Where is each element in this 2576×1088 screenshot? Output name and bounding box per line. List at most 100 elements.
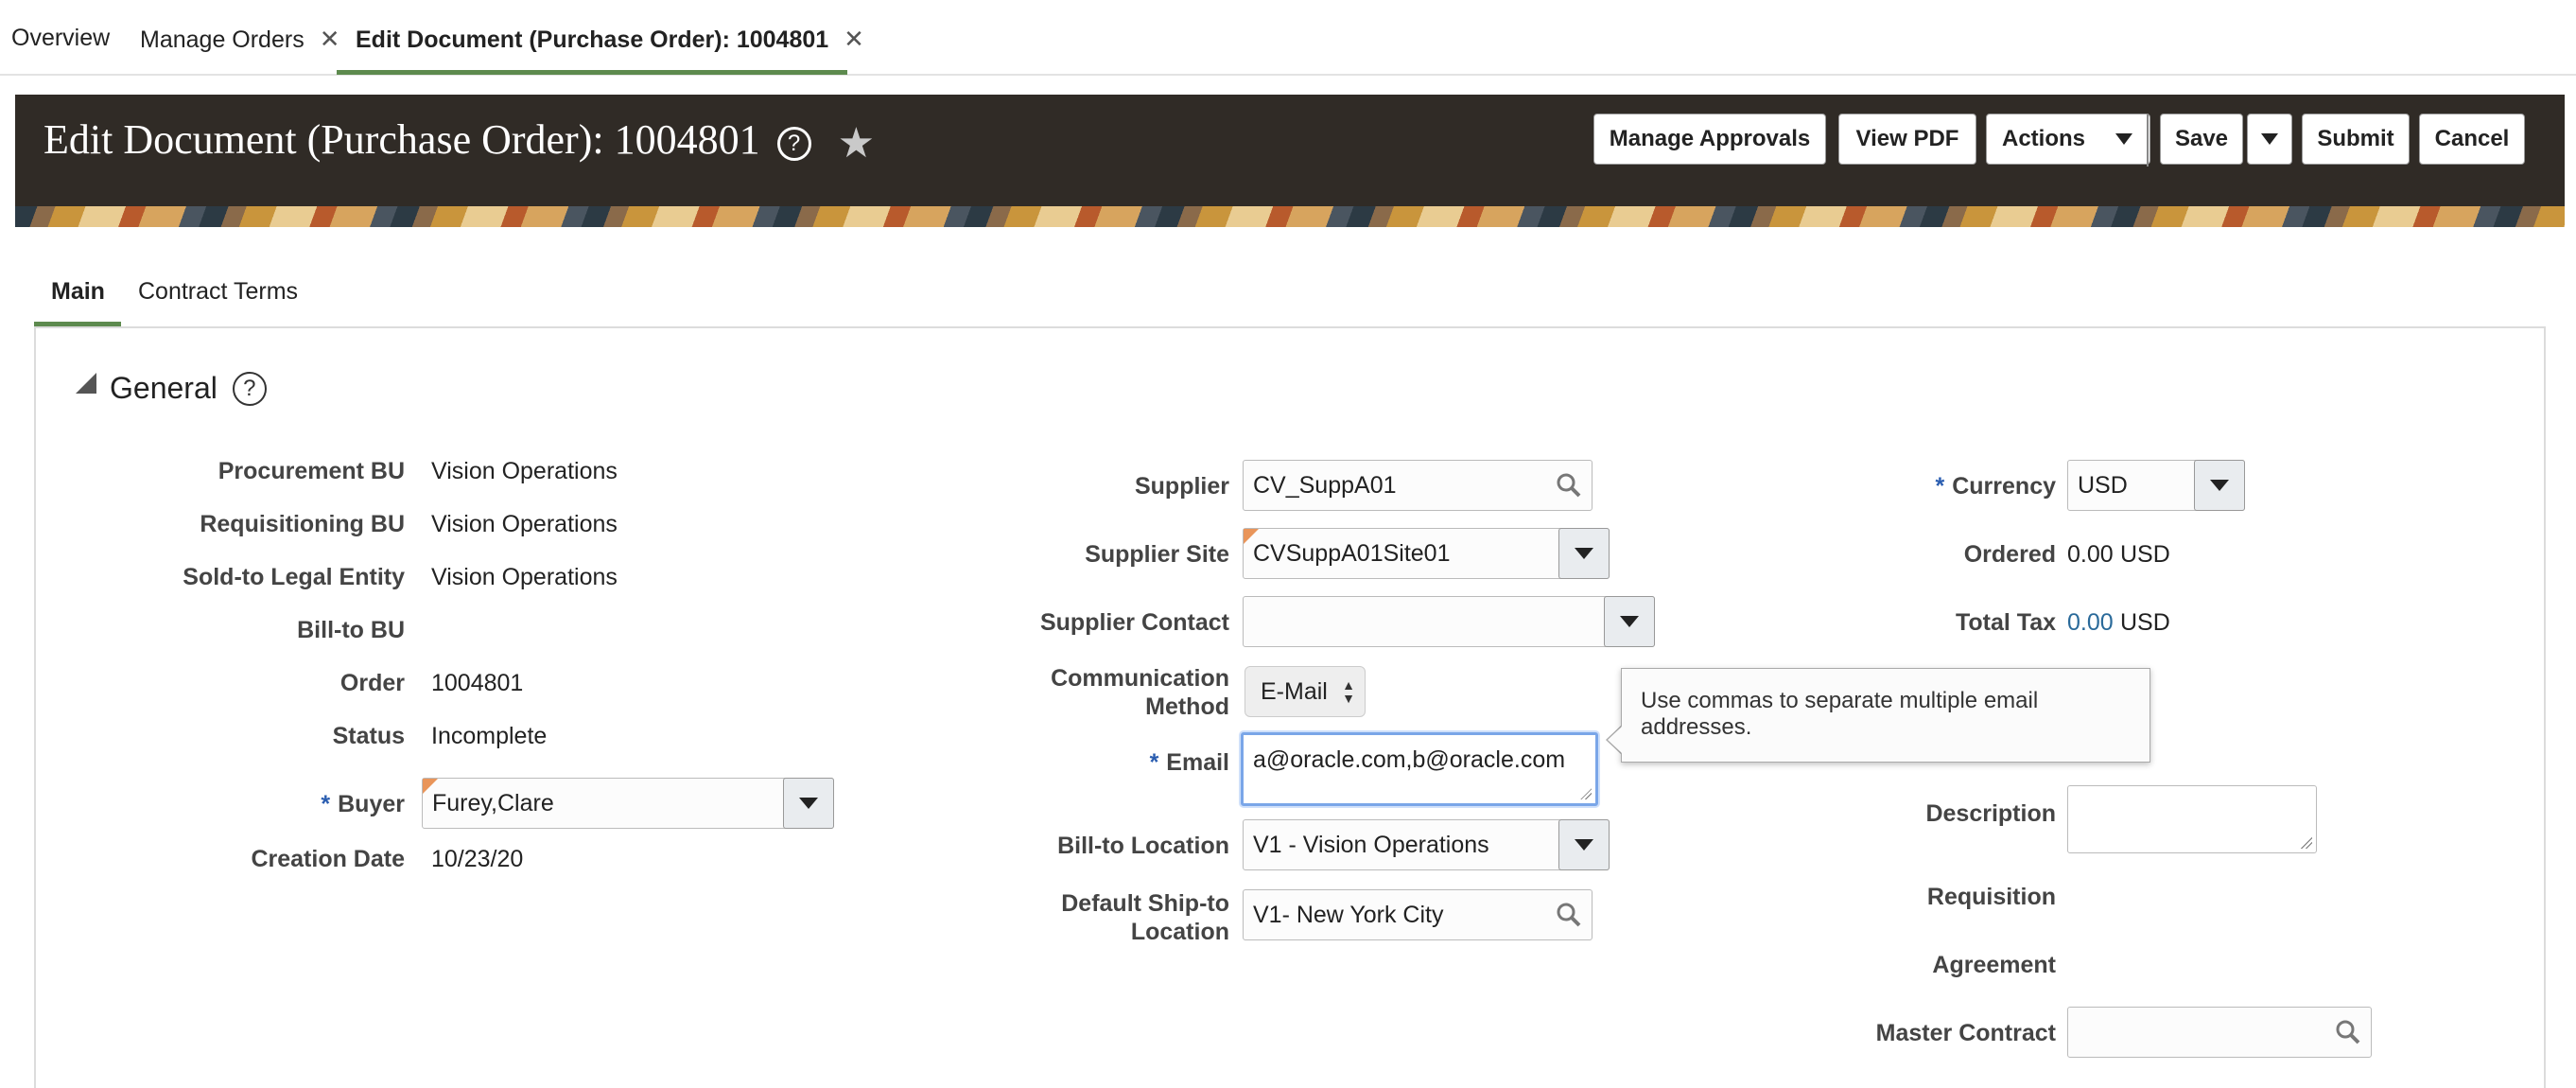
tab-overview[interactable]: Overview — [11, 25, 110, 52]
cancel-button[interactable]: Cancel — [2419, 114, 2525, 165]
buyer-label: * Buyer — [321, 791, 405, 818]
search-icon[interactable] — [1556, 902, 1582, 928]
description-label: Description — [1925, 800, 2056, 827]
default-ship-to-input[interactable]: V1- New York City — [1243, 889, 1593, 940]
chevron-down-icon[interactable] — [783, 778, 834, 829]
creation-date-label: Creation Date — [251, 846, 405, 872]
default-ship-to-label-line2: Location — [1130, 919, 1229, 945]
save-button[interactable]: Save — [2160, 114, 2243, 165]
bill-to-location-label: Bill-to Location — [1057, 833, 1229, 859]
buyer-combobox[interactable]: Furey,Clare — [422, 778, 834, 829]
status-label: Status — [332, 723, 405, 749]
tab-main[interactable]: Main — [51, 278, 105, 306]
buyer-value: Furey,Clare — [432, 789, 554, 816]
agreement-label: Agreement — [1932, 952, 2056, 978]
communication-method-select[interactable]: E-Mail ▲ ▼ — [1244, 666, 1366, 717]
toolbar-divider — [2147, 114, 2149, 167]
submit-button[interactable]: Submit — [2302, 114, 2410, 165]
supplier-site-value: CVSuppA01Site01 — [1253, 539, 1451, 567]
requisitioning-bu-value: Vision Operations — [431, 511, 618, 537]
email-textarea[interactable]: a@oracle.com,b@oracle.com — [1241, 732, 1598, 806]
required-marker: * — [1149, 749, 1159, 776]
supplier-contact-combobox[interactable] — [1243, 596, 1655, 647]
sold-to-legal-entity-value: Vision Operations — [431, 564, 618, 590]
buyer-label-text: Buyer — [338, 791, 405, 817]
tab-edit-document[interactable]: Edit Document (Purchase Order): 1004801 ✕ — [356, 25, 864, 54]
requisitioning-bu-label: Requisitioning BU — [200, 511, 405, 537]
favorite-star-icon[interactable]: ★ — [838, 119, 875, 167]
master-contract-label: Master Contract — [1875, 1020, 2056, 1046]
order-value: 1004801 — [431, 670, 524, 696]
status-value: Incomplete — [431, 723, 548, 749]
chevron-down-icon[interactable] — [1558, 528, 1610, 579]
ordered-amount: 0.00 — [2067, 541, 2114, 568]
supplier-input[interactable]: CV_SuppA01 — [1243, 460, 1593, 511]
supplier-value: CV_SuppA01 — [1253, 471, 1397, 499]
tab-contract-terms[interactable]: Contract Terms — [138, 278, 298, 306]
help-icon[interactable]: ? — [776, 126, 811, 161]
creation-date-value: 10/23/20 — [431, 846, 524, 872]
ordered-label: Ordered — [1963, 541, 2056, 568]
save-menu-button[interactable] — [2247, 114, 2292, 165]
requisition-label: Requisition — [1926, 884, 2056, 910]
general-section-header[interactable]: General? — [76, 371, 267, 406]
communication-method-value: E-Mail — [1261, 677, 1328, 705]
search-icon[interactable] — [2335, 1019, 2361, 1045]
close-icon[interactable]: ✕ — [844, 25, 864, 53]
currency-label-text: Currency — [1952, 473, 2056, 500]
resize-handle-icon[interactable] — [1580, 788, 1592, 799]
chevron-down-icon — [2115, 133, 2132, 145]
view-pdf-button[interactable]: View PDF — [1838, 114, 1976, 165]
search-icon[interactable] — [1556, 472, 1582, 499]
bill-to-bu-label: Bill-to BU — [297, 617, 405, 643]
close-icon[interactable]: ✕ — [320, 25, 340, 53]
total-tax-amount-link[interactable]: 0.00 — [2067, 609, 2114, 637]
manage-approvals-button[interactable]: Manage Approvals — [1593, 114, 1826, 165]
section-title: General — [110, 371, 218, 405]
email-label-text: Email — [1166, 749, 1229, 776]
tab-manage-orders-label: Manage Orders — [140, 26, 305, 53]
chevron-down-icon[interactable] — [2194, 460, 2245, 511]
chevron-down-icon[interactable] — [1604, 596, 1655, 647]
collapse-triangle-icon[interactable] — [76, 372, 96, 394]
total-tax-currency: USD — [2120, 609, 2170, 636]
order-label: Order — [339, 670, 405, 696]
currency-combobox[interactable]: USD — [2067, 460, 2245, 511]
total-tax-label: Total Tax — [1955, 609, 2056, 636]
master-contract-input[interactable] — [2067, 1007, 2372, 1058]
procurement-bu-value: Vision Operations — [431, 458, 618, 484]
bill-to-location-combobox[interactable]: V1 - Vision Operations — [1243, 819, 1610, 870]
help-icon[interactable]: ? — [232, 371, 267, 406]
bill-to-location-value: V1 - Vision Operations — [1253, 831, 1489, 858]
supplier-site-label: Supplier Site — [1085, 541, 1229, 568]
currency-label: * Currency — [1936, 473, 2057, 500]
communication-method-label: Communication Method — [1051, 664, 1229, 721]
communication-method-label-line1: Communication — [1051, 665, 1229, 692]
supplier-site-combobox[interactable]: CVSuppA01Site01 — [1243, 528, 1610, 579]
tab-manage-orders[interactable]: Manage Orders ✕ — [140, 25, 340, 54]
tab-edit-document-label: Edit Document (Purchase Order): 1004801 — [356, 26, 829, 53]
chevron-down-icon[interactable] — [1558, 819, 1610, 870]
page-title: Edit Document (Purchase Order): 1004801?… — [44, 115, 875, 167]
tooltip-arrow-inner — [1608, 727, 1622, 753]
up-down-arrows-icon: ▲ ▼ — [1342, 677, 1355, 706]
top-tab-bar: Overview Manage Orders ✕ Edit Document (P… — [0, 0, 2576, 76]
chevron-down-icon — [2261, 133, 2278, 145]
changed-indicator-icon — [1244, 529, 1259, 544]
header-banner-image — [15, 206, 2565, 227]
communication-method-label-line2: Method — [1145, 693, 1229, 720]
supplier-contact-label: Supplier Contact — [1039, 609, 1229, 636]
supplier-label: Supplier — [1134, 473, 1229, 500]
default-ship-to-label: Default Ship-to Location — [1061, 889, 1229, 946]
page-title-text: Edit Document (Purchase Order): 1004801 — [44, 116, 760, 163]
tab-overview-label: Overview — [11, 25, 111, 51]
default-ship-to-label-line1: Default Ship-to — [1061, 890, 1229, 917]
actions-menu-button[interactable]: Actions — [1986, 114, 2150, 165]
ordered-currency: USD — [2120, 541, 2170, 568]
procurement-bu-label: Procurement BU — [218, 458, 405, 484]
description-textarea[interactable] — [2067, 785, 2317, 853]
resize-handle-icon[interactable] — [2301, 837, 2312, 849]
default-ship-to-value: V1- New York City — [1253, 901, 1444, 928]
changed-indicator-icon — [423, 779, 438, 794]
page-header: Edit Document (Purchase Order): 1004801?… — [15, 95, 2565, 206]
